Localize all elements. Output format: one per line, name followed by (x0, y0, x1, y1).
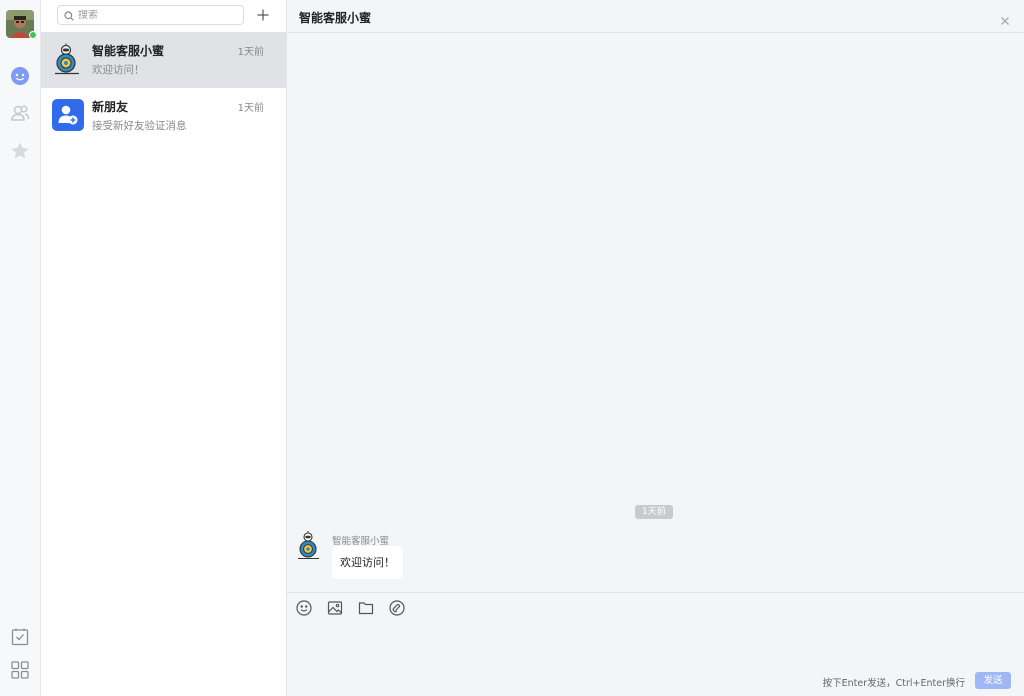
search-row (41, 0, 287, 32)
robot-avatar-icon[interactable] (295, 530, 323, 560)
message-input[interactable] (295, 623, 1015, 667)
send-button[interactable]: 发送 (975, 672, 1011, 689)
conversation-list: 智能客服小蜜 1天前 欢迎访问！ 新朋友 1天前 接受新好友验证消息 (41, 0, 287, 696)
search-input[interactable] (78, 9, 228, 21)
close-icon[interactable] (1000, 11, 1010, 25)
message-bubble: 欢迎访问！ (332, 546, 403, 579)
online-status-dot (29, 31, 37, 39)
time-divider: 1天前 (635, 505, 673, 519)
chat-icon[interactable] (9, 65, 31, 87)
folder-icon[interactable] (357, 599, 375, 617)
chat-header: 智能客服小蜜 (287, 0, 1024, 33)
conversation-preview: 接受新好友验证消息 (92, 120, 187, 132)
composer: 按下Enter发送，Ctrl+Enter换行 发送 (287, 592, 1024, 696)
left-rail (0, 0, 41, 696)
add-button[interactable] (254, 6, 272, 24)
message-sender: 智能客服小蜜 (332, 536, 390, 547)
star-icon[interactable] (9, 140, 31, 162)
contacts-icon[interactable] (9, 102, 31, 124)
conversation-name: 新朋友 (92, 100, 129, 114)
user-avatar[interactable] (6, 10, 37, 39)
search-icon (64, 6, 74, 25)
todo-icon[interactable] (9, 626, 31, 648)
link-icon[interactable] (388, 599, 406, 617)
new-friend-icon (52, 99, 84, 131)
conversation-item-smart-assistant[interactable]: 智能客服小蜜 1天前 欢迎访问！ (41, 32, 287, 88)
chat-title: 智能客服小蜜 (299, 11, 372, 25)
search-box[interactable] (57, 5, 244, 25)
emoji-icon[interactable] (295, 599, 313, 617)
apps-icon[interactable] (9, 659, 31, 681)
send-hint: 按下Enter发送，Ctrl+Enter换行 (822, 678, 965, 689)
conversation-preview: 欢迎访问！ (92, 64, 145, 76)
image-icon[interactable] (326, 599, 344, 617)
robot-avatar-icon (52, 43, 84, 75)
conversation-time: 1天前 (237, 103, 264, 114)
conversation-name: 智能客服小蜜 (92, 44, 165, 58)
conversation-item-new-friends[interactable]: 新朋友 1天前 接受新好友验证消息 (41, 88, 287, 144)
chat-panel: 智能客服小蜜 1天前 智能客服小蜜 欢迎访问！ 按下Enter发送，Ctrl+E… (287, 0, 1024, 696)
plus-icon (257, 9, 269, 21)
conversation-time: 1天前 (237, 47, 264, 58)
